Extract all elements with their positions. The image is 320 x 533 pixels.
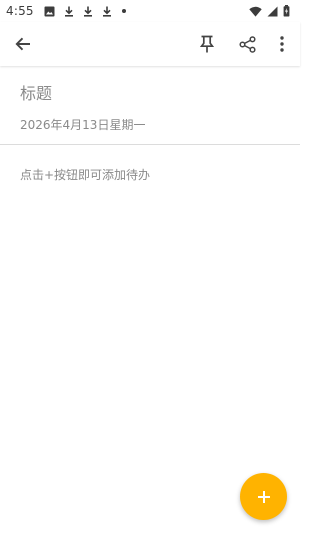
arrow-left-icon: [14, 35, 32, 53]
pin-icon: [199, 35, 215, 53]
status-system-icons: [249, 5, 294, 17]
more-options-button[interactable]: [262, 22, 302, 66]
share-button[interactable]: [227, 22, 267, 66]
download-icon: [102, 6, 112, 17]
status-time: 4:55: [6, 4, 34, 18]
add-todo-button[interactable]: [240, 473, 287, 520]
status-bar: 4:55: [0, 0, 300, 22]
plus-icon: [257, 490, 271, 504]
back-button[interactable]: [3, 22, 43, 66]
toolbar: [0, 22, 300, 66]
battery-icon: [283, 5, 290, 17]
share-icon: [238, 35, 256, 53]
dot-icon: [121, 8, 127, 14]
note-title-field[interactable]: 标题: [20, 80, 52, 104]
download-icon: [83, 6, 93, 17]
pin-button[interactable]: [187, 22, 227, 66]
more-vertical-icon: [279, 36, 285, 52]
note-date: 2026年4月13日星期一: [20, 118, 146, 132]
signal-icon: [267, 6, 278, 17]
wifi-icon: [249, 6, 262, 17]
empty-todo-hint: 点击+按钮即可添加待办: [20, 168, 151, 182]
image-icon: [44, 6, 55, 17]
divider: [0, 144, 300, 145]
download-icon: [64, 6, 74, 17]
status-notification-icons: [44, 6, 127, 17]
